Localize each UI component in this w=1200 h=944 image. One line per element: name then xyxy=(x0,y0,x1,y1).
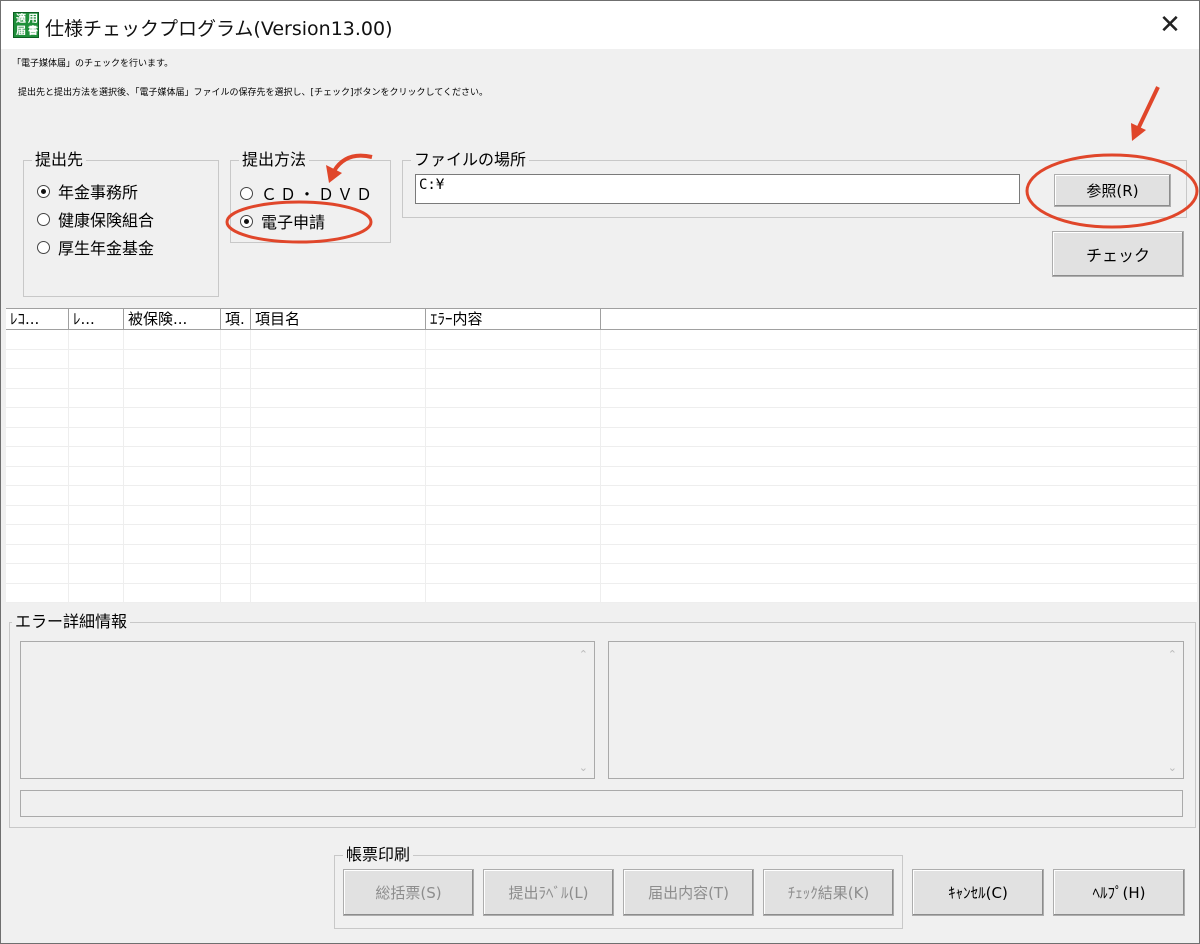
result-print-button[interactable]: ﾁｪｯｸ結果(K) xyxy=(763,869,894,916)
error-grid[interactable]: ﾚｺ... ﾚ... 被保険... 項. 項目名 ｴﾗｰ内容 xyxy=(6,308,1197,603)
print-legend: 帳票印刷 xyxy=(343,845,414,865)
grid-divider xyxy=(250,330,251,603)
table-row[interactable] xyxy=(6,350,1197,369)
table-row[interactable] xyxy=(6,545,1197,564)
grid-col-header[interactable]: 項目名 xyxy=(251,309,426,330)
radio-dot-icon xyxy=(37,184,50,198)
title-bar: 適 用 届 書 仕様チェックプログラム(Version13.00) ✕ xyxy=(1,1,1199,49)
grid-col-header[interactable]: ｴﾗｰ内容 xyxy=(426,309,601,330)
dialog-body: 「電子媒体届」のチェックを行います。 提出先と提出方法を選択後、「電子媒体届」フ… xyxy=(1,49,1199,943)
radio-dot-icon xyxy=(240,186,253,200)
destination-legend: 提出先 xyxy=(32,150,87,170)
scroll-up-icon[interactable]: ⌃ xyxy=(1168,648,1177,661)
grid-divider xyxy=(600,330,601,603)
status-field xyxy=(20,790,1183,817)
radio-pension-office[interactable]: 年金事務所 xyxy=(37,179,138,203)
app-icon-char: 適 xyxy=(16,14,26,25)
radio-label: ＣＤ・ＤＶＤ xyxy=(261,185,376,204)
app-icon-char: 用 xyxy=(28,14,38,25)
radio-cd-dvd[interactable]: ＣＤ・ＤＶＤ xyxy=(240,181,375,205)
grid-divider xyxy=(123,330,124,603)
radio-dot-icon xyxy=(37,212,50,226)
grid-divider xyxy=(220,330,221,603)
app-icon: 適 用 届 書 xyxy=(13,12,39,38)
app-icon-char: 書 xyxy=(28,26,38,37)
check-button[interactable]: チェック xyxy=(1052,231,1184,277)
browse-button[interactable]: 参照(R) xyxy=(1054,174,1171,207)
table-row[interactable] xyxy=(6,330,1197,350)
instruction-text: 提出先と提出方法を選択後、「電子媒体届」ファイルの保存先を選択し、[チェック]ボ… xyxy=(18,88,488,98)
radio-label: 厚生年金基金 xyxy=(58,239,155,258)
help-button[interactable]: ﾍﾙﾌﾟ(H) xyxy=(1053,869,1185,916)
cancel-button[interactable]: ｷｬﾝｾﾙ(C) xyxy=(912,869,1044,916)
table-row[interactable] xyxy=(6,447,1197,467)
grid-col-header[interactable]: ﾚ... xyxy=(69,309,124,330)
radio-electronic[interactable]: 電子申請 xyxy=(240,209,325,233)
table-row[interactable] xyxy=(6,428,1197,447)
radio-label: 健康保険組合 xyxy=(58,211,155,230)
error-detail-legend: エラー詳細情報 xyxy=(12,612,131,632)
error-detail-right[interactable]: ⌃ ⌄ xyxy=(608,641,1184,779)
app-window: 適 用 届 書 仕様チェックプログラム(Version13.00) ✕ 「電子媒… xyxy=(0,0,1200,944)
app-icon-char: 届 xyxy=(16,26,26,37)
table-row[interactable] xyxy=(6,525,1197,545)
radio-label: 電子申請 xyxy=(261,213,326,232)
scroll-down-icon[interactable]: ⌄ xyxy=(579,761,588,774)
table-row[interactable] xyxy=(6,369,1197,389)
window-title: 仕様チェックプログラム(Version13.00) xyxy=(45,18,393,40)
radio-label: 年金事務所 xyxy=(58,183,139,202)
radio-dot-icon xyxy=(240,214,253,228)
close-icon[interactable]: ✕ xyxy=(1141,1,1199,49)
grid-col-header[interactable]: ﾚｺ... xyxy=(6,309,69,330)
radio-dot-icon xyxy=(37,240,50,254)
file-path-input[interactable]: C:¥ xyxy=(415,174,1020,204)
label-print-button[interactable]: 提出ﾗﾍﾞﾙ(L) xyxy=(483,869,614,916)
content-print-button[interactable]: 届出内容(T) xyxy=(623,869,754,916)
scroll-down-icon[interactable]: ⌄ xyxy=(1168,761,1177,774)
radio-health-insurance[interactable]: 健康保険組合 xyxy=(37,207,154,231)
table-row[interactable] xyxy=(6,467,1197,486)
scroll-up-icon[interactable]: ⌃ xyxy=(579,648,588,661)
table-row[interactable] xyxy=(6,584,1197,603)
grid-divider xyxy=(68,330,69,603)
error-detail-left[interactable]: ⌃ ⌄ xyxy=(20,641,595,779)
table-row[interactable] xyxy=(6,389,1197,408)
grid-divider xyxy=(425,330,426,603)
table-row[interactable] xyxy=(6,486,1197,506)
grid-col-header[interactable]: 項. xyxy=(221,309,251,330)
intro-text: 「電子媒体届」のチェックを行います。 xyxy=(12,59,174,69)
radio-pension-fund[interactable]: 厚生年金基金 xyxy=(37,235,154,259)
summary-print-button[interactable]: 総括票(S) xyxy=(343,869,474,916)
file-location-legend: ファイルの場所 xyxy=(411,150,530,170)
method-legend: 提出方法 xyxy=(239,150,310,170)
table-row[interactable] xyxy=(6,408,1197,428)
grid-col-header[interactable]: 被保険... xyxy=(124,309,221,330)
table-row[interactable] xyxy=(6,564,1197,584)
grid-header: ﾚｺ... ﾚ... 被保険... 項. 項目名 ｴﾗｰ内容 xyxy=(6,309,1197,330)
table-row[interactable] xyxy=(6,506,1197,525)
